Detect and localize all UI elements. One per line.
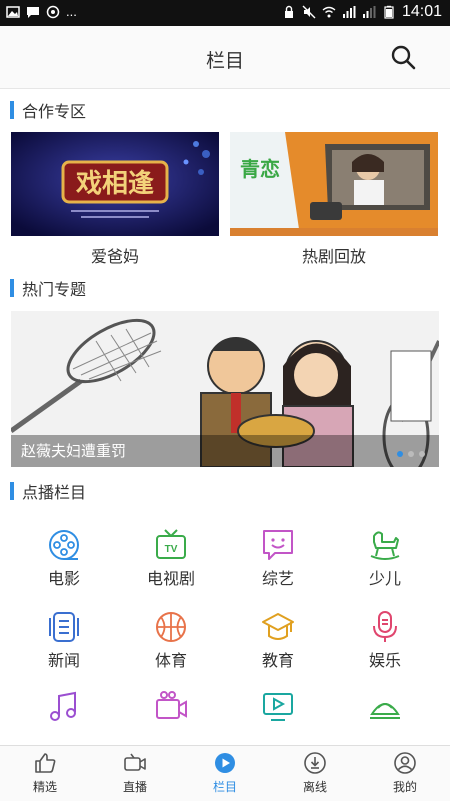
tab-label: 精选	[32, 780, 57, 794]
lock-icon	[284, 5, 293, 18]
topic-banner[interactable]: 赵薇夫妇遭重罚	[11, 311, 439, 467]
section-accent-bar	[10, 482, 14, 500]
microphone-icon	[373, 611, 397, 642]
camera-film-icon	[156, 691, 187, 719]
tab-label: 我的	[392, 780, 417, 794]
coop-card-label[interactable]: 热剧回放	[230, 243, 438, 267]
banner-caption[interactable]: 赵薇夫妇遭重罚	[11, 435, 439, 467]
thumb-title-text: 戏相逢	[75, 168, 154, 199]
page-title: 栏目	[205, 50, 244, 72]
film-reel-icon	[49, 530, 79, 560]
pager-dot[interactable]	[408, 451, 414, 457]
category-tv[interactable]: TV 电视剧	[117, 528, 225, 589]
signal-2g-icon	[362, 6, 376, 18]
section-coop-title: 合作专区	[22, 102, 87, 121]
category-education[interactable]: 教育	[224, 610, 332, 671]
status-more-dots: ...	[66, 4, 77, 19]
signal-4g-icon	[342, 6, 356, 18]
coop-thumb-2[interactable]: 青恋	[230, 132, 438, 236]
chat-smile-icon	[263, 530, 293, 560]
tab-columns[interactable]: 栏目	[180, 746, 270, 801]
category-label: 电视剧	[146, 569, 195, 588]
news-icon	[49, 612, 79, 642]
category-movie[interactable]: 电影	[10, 528, 118, 589]
status-time: 14:01	[401, 3, 442, 20]
tab-featured[interactable]: 精选	[0, 746, 90, 801]
section-hot: 热门专题	[10, 277, 86, 299]
section-coop: 合作专区	[10, 99, 86, 121]
mute-icon	[302, 5, 316, 19]
section-vod: 点播栏目	[10, 480, 86, 502]
coop-card-rejuhuifang[interactable]: 青恋 热剧回放	[230, 132, 438, 267]
pager-dot[interactable]	[419, 451, 425, 457]
thumb-title-text: 青恋	[240, 157, 280, 181]
tab-profile[interactable]: 我的	[360, 746, 450, 801]
tab-offline[interactable]: 离线	[270, 746, 360, 801]
svg-text:TV: TV	[165, 544, 178, 555]
graduation-cap-icon	[262, 613, 294, 640]
category-kids[interactable]: 少儿	[331, 528, 439, 589]
battery-icon	[384, 5, 394, 19]
download-icon	[304, 752, 326, 774]
video-camera-icon	[124, 753, 146, 771]
tab-live[interactable]: 直播	[90, 746, 180, 801]
tv-icon: TV	[156, 529, 186, 559]
category-news[interactable]: 新闻	[10, 610, 118, 671]
wifi-icon	[322, 6, 336, 18]
category-entertainment[interactable]: 娱乐	[331, 610, 439, 671]
pager-dot[interactable]	[397, 451, 403, 457]
music-note-icon	[50, 691, 76, 721]
banner-pager[interactable]	[397, 451, 425, 457]
stage-show-image: 戏相逢	[11, 132, 219, 236]
category-life[interactable]	[331, 690, 439, 724]
coop-card-aibama[interactable]: 戏相逢 爱爸妈	[11, 132, 219, 267]
section-hot-title: 热门专题	[22, 280, 87, 299]
search-icon[interactable]	[390, 44, 416, 70]
basketball-icon	[156, 612, 186, 642]
user-icon	[394, 752, 416, 774]
section-vod-title: 点播栏目	[22, 483, 87, 502]
tab-label: 栏目	[212, 780, 237, 794]
gallery-icon	[6, 5, 20, 18]
tab-label: 直播	[122, 780, 147, 794]
coop-thumb-1[interactable]: 戏相逢	[11, 132, 219, 236]
app-header: 栏目	[0, 26, 450, 89]
category-label: 娱乐	[368, 651, 401, 670]
sync-icon	[46, 5, 60, 18]
category-label: 新闻	[47, 651, 80, 670]
category-music[interactable]	[10, 690, 118, 724]
status-bar: ... 14:01	[0, 0, 450, 26]
category-record[interactable]	[117, 690, 225, 724]
category-label: 综艺	[261, 569, 294, 588]
category-label: 少儿	[368, 569, 401, 588]
category-label: 体育	[154, 651, 187, 670]
coop-card-label[interactable]: 爱爸妈	[11, 243, 219, 267]
section-accent-bar	[10, 279, 14, 297]
video-screen-icon	[263, 693, 293, 721]
rocking-horse-icon	[370, 531, 400, 560]
category-label: 教育	[261, 651, 294, 670]
category-video[interactable]	[224, 690, 332, 724]
food-dish-icon	[370, 703, 400, 719]
drama-still-image: 青恋	[230, 132, 438, 236]
section-accent-bar	[10, 101, 14, 119]
bottom-tab-bar: 精选 直播 栏目 离线 我的	[0, 745, 450, 801]
category-sports[interactable]: 体育	[117, 610, 225, 671]
message-icon	[27, 6, 39, 18]
thumbs-up-icon	[35, 753, 56, 773]
category-label: 电影	[47, 569, 80, 588]
tab-label: 离线	[302, 780, 327, 794]
play-circle-icon	[215, 753, 235, 773]
category-variety[interactable]: 综艺	[224, 528, 332, 589]
